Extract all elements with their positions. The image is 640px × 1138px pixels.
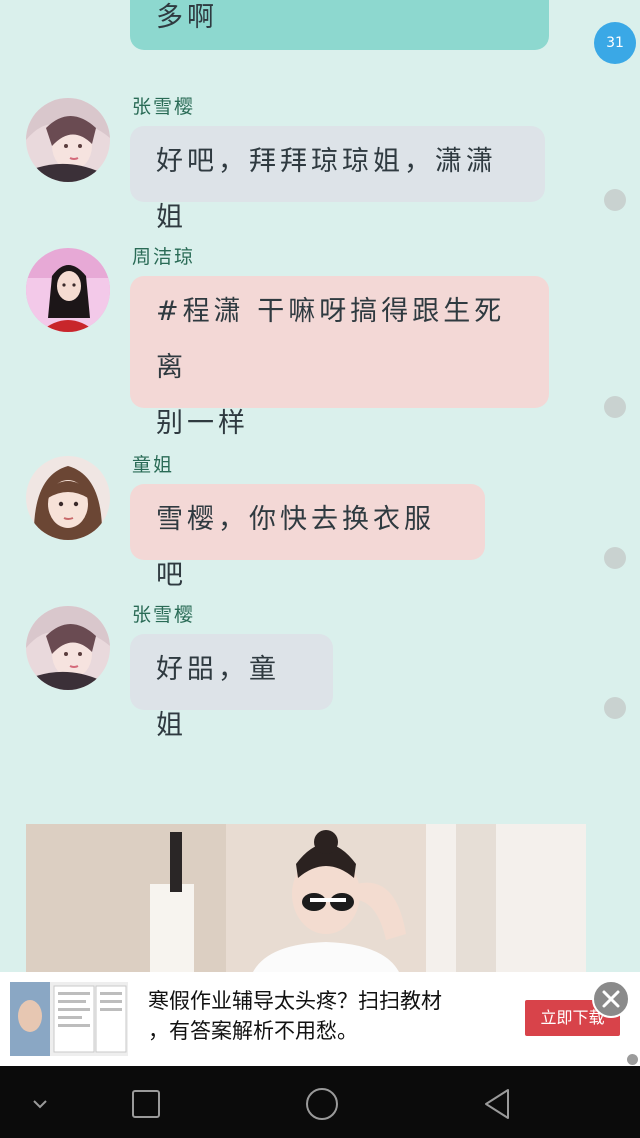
- ad-text: 寒假作业辅导太头疼？扫扫教材 ，有答案解析不用愁。: [148, 986, 442, 1046]
- back-triangle-icon[interactable]: [478, 1084, 518, 1124]
- message-bubble: 好吧，拜拜琼琼姐，潇潇姐: [130, 126, 545, 233]
- ad-banner[interactable]: 寒假作业辅导太头疼？扫扫教材 ，有答案解析不用愁。 立即下载: [0, 972, 640, 1066]
- ad-thumbnail: [10, 982, 128, 1056]
- navigation-bar: [0, 1066, 640, 1138]
- message-text: 好㗊，童姐: [156, 654, 280, 741]
- unread-indicator: [604, 547, 626, 569]
- sender-name: 张雪樱: [132, 96, 196, 118]
- message-text-line: 别一样: [156, 408, 249, 439]
- unread-indicator: [604, 396, 626, 418]
- ad-text-line: 寒假作业辅导太头疼？扫扫教材: [148, 989, 442, 1013]
- ad-info-icon[interactable]: [627, 1054, 638, 1065]
- sender-name: 童姐: [132, 454, 175, 476]
- message-bubble: #程潇 干嘛呀搞得跟生死离 别一样: [130, 276, 549, 439]
- message-bubble: 多啊: [130, 0, 549, 50]
- avatar[interactable]: [26, 248, 110, 332]
- page-count-badge[interactable]: 31: [594, 22, 636, 64]
- unread-indicator: [604, 189, 626, 211]
- ad-text-line: ，有答案解析不用愁。: [148, 1019, 358, 1043]
- message-text: 好吧，拜拜琼琼姐，潇潇姐: [156, 146, 497, 233]
- close-icon[interactable]: [592, 980, 630, 1018]
- sender-name: 周洁琼: [132, 246, 196, 268]
- avatar[interactable]: [26, 606, 110, 690]
- unread-indicator: [604, 697, 626, 719]
- chat-screen: 多啊 31 张雪樱 好吧，拜拜琼琼姐，潇潇姐 周洁琼 #程潇 干嘛呀搞得跟生死离…: [0, 0, 640, 1138]
- article-photo[interactable]: [26, 824, 586, 974]
- message-text: 多啊: [156, 2, 218, 33]
- sender-name: 张雪樱: [132, 604, 196, 626]
- message-text-line: #程潇 干嘛呀搞得跟生死离: [156, 296, 506, 383]
- chevron-down-icon[interactable]: [20, 1084, 60, 1124]
- home-circle-icon[interactable]: [302, 1084, 342, 1124]
- message-bubble: 雪樱，你快去换衣服吧: [130, 484, 485, 591]
- recents-square-icon[interactable]: [126, 1084, 166, 1124]
- message-text: 雪樱，你快去换衣服吧: [156, 504, 435, 591]
- avatar[interactable]: [26, 456, 110, 540]
- avatar[interactable]: [26, 98, 110, 182]
- message-bubble: 好㗊，童姐: [130, 634, 333, 741]
